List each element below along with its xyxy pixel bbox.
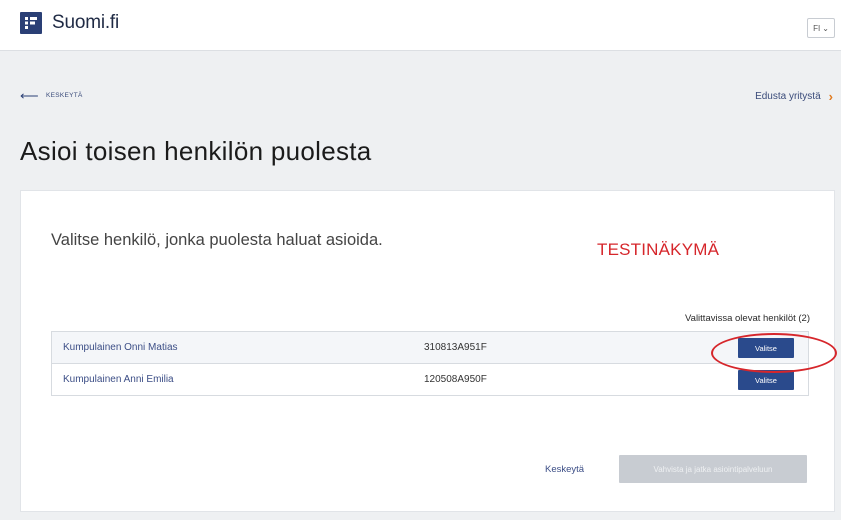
person-id: 310813A951F	[424, 342, 487, 353]
arrow-left-icon: ⟵	[20, 88, 39, 103]
back-link-label: KESKEYTÄ	[45, 92, 83, 99]
chevron-right-icon: ›	[828, 89, 833, 104]
suomifi-logo-icon[interactable]	[20, 12, 42, 34]
language-selector[interactable]: FI ⌄	[807, 18, 835, 38]
logo-text[interactable]: Suomi.fi	[52, 12, 119, 34]
cancel-link[interactable]: Keskeytä	[545, 464, 584, 475]
person-id: 120508A950F	[424, 374, 487, 385]
represent-company-link[interactable]: Edusta yritystä ›	[755, 89, 833, 104]
language-label: FI	[813, 23, 821, 33]
person-name-link[interactable]: Kumpulainen Anni Emilia	[63, 374, 174, 385]
represent-company-label: Edusta yritystä	[755, 91, 821, 102]
person-name-link[interactable]: Kumpulainen Onni Matias	[63, 342, 178, 353]
select-button[interactable]: Valitse	[738, 338, 794, 358]
page-title: Asioi toisen henkilön puolesta	[20, 136, 372, 166]
back-link[interactable]: ⟵ KESKEYTÄ	[20, 89, 83, 102]
confirm-continue-button[interactable]: Vahvista ja jatka asiointipalveluun	[619, 455, 807, 483]
table-row: Kumpulainen Onni Matias 310813A951F Vali…	[52, 332, 808, 364]
card-lead-text: Valitse henkilö, jonka puolesta haluat a…	[51, 231, 383, 249]
selection-card: Valitse henkilö, jonka puolesta haluat a…	[20, 190, 835, 512]
persons-table: Kumpulainen Onni Matias 310813A951F Vali…	[51, 331, 809, 396]
select-button[interactable]: Valitse	[738, 370, 794, 390]
available-persons-count: Valittavissa olevat henkilöt (2)	[685, 313, 810, 324]
table-row: Kumpulainen Anni Emilia 120508A950F Vali…	[52, 364, 808, 395]
test-view-label: TESTINÄKYMÄ	[597, 240, 720, 259]
top-bar: Suomi.fi FI ⌄	[0, 0, 841, 51]
chevron-down-icon: ⌄	[822, 23, 829, 33]
